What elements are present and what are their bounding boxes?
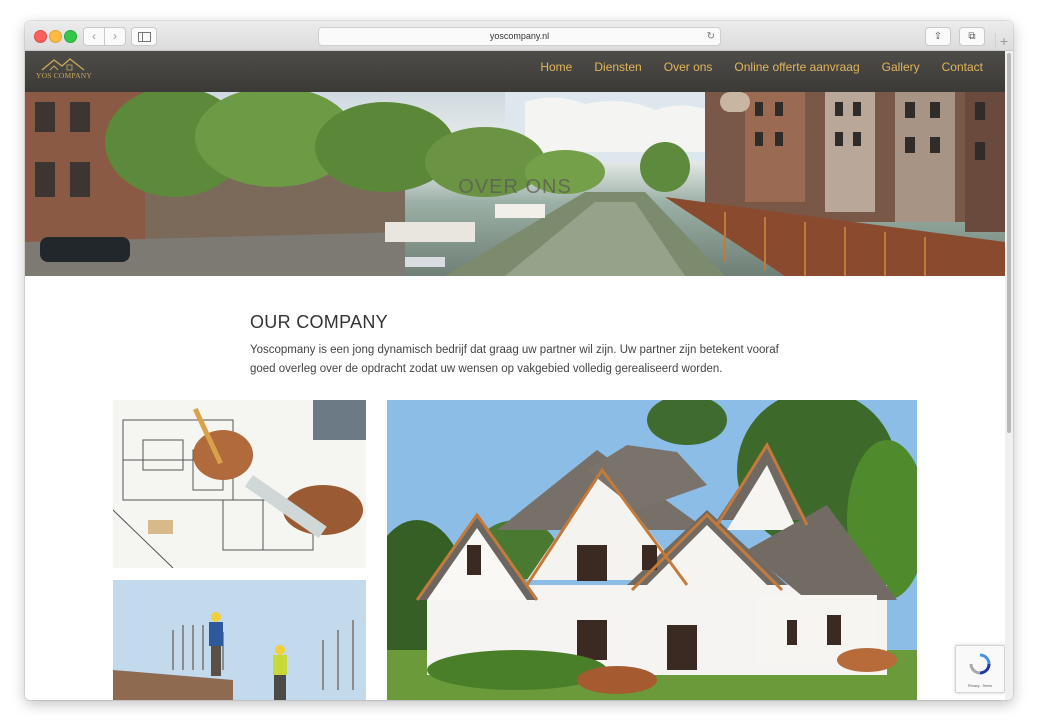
nav-gallery[interactable]: Gallery	[882, 51, 920, 92]
nav-home[interactable]: Home	[540, 51, 572, 92]
site-header: YOS COMPANY Home Diensten Over ons Onlin…	[25, 51, 1005, 92]
back-button[interactable]: ‹	[83, 27, 105, 46]
site-logo[interactable]: YOS COMPANY	[34, 56, 92, 86]
web-page: YOS COMPANY Home Diensten Over ons Onlin…	[25, 51, 1013, 700]
main-menu: Home Diensten Over ons Online offerte aa…	[518, 51, 983, 92]
address-text: yoscompany.nl	[489, 31, 550, 41]
sidebar-icon	[138, 32, 151, 42]
blueprint-drawing	[113, 400, 366, 568]
house-scene	[387, 400, 917, 700]
nav-offerte[interactable]: Online offerte aanvraag	[734, 51, 859, 92]
close-window-button[interactable]	[34, 30, 47, 43]
share-button[interactable]: ⇪	[925, 27, 951, 46]
nav-diensten[interactable]: Diensten	[594, 51, 641, 92]
recaptcha-icon	[969, 653, 991, 675]
new-tab-button[interactable]: +	[995, 33, 1012, 49]
hero-title: OVER ONS	[458, 176, 572, 198]
nav-contact[interactable]: Contact	[942, 51, 983, 92]
workers-scene	[113, 580, 366, 700]
forward-button[interactable]: ›	[104, 27, 126, 46]
scrollbar-thumb[interactable]	[1007, 53, 1011, 433]
section-heading: OUR COMPANY	[250, 312, 388, 332]
blueprint-image	[113, 400, 366, 568]
section-paragraph: Yoscopmany is een jong dynamisch bedrijf…	[250, 344, 779, 375]
browser-toolbar: ‹ › yoscompany.nl ↻ ⇪ ⧉ +	[25, 21, 1013, 51]
reload-icon[interactable]: ↻	[707, 28, 715, 45]
recaptcha-badge[interactable]: Privacy - Terms	[955, 645, 1005, 693]
show-tabs-button[interactable]: ⧉	[959, 27, 985, 46]
workers-image	[113, 580, 366, 700]
hero-banner-image: OVER ONS	[25, 92, 1005, 276]
minimize-window-button[interactable]	[49, 30, 62, 43]
house-construction-image	[387, 400, 917, 700]
sidebar-toggle-button[interactable]	[131, 27, 157, 46]
recaptcha-text: Privacy - Terms	[967, 684, 993, 688]
nav-over-ons[interactable]: Over ons	[664, 51, 713, 92]
address-bar[interactable]: yoscompany.nl ↻	[318, 27, 721, 46]
browser-window: ‹ › yoscompany.nl ↻ ⇪ ⧉ + YOS COMPANY Ho…	[25, 21, 1013, 700]
logo-text: YOS COMPANY	[36, 71, 92, 80]
house-logo-icon	[41, 58, 85, 71]
zoom-window-button[interactable]	[64, 30, 77, 43]
